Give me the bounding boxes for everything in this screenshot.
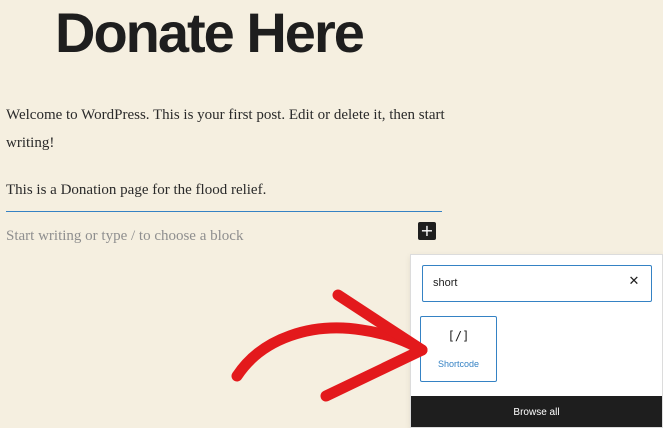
post-title[interactable]: Donate Here [55,0,365,68]
empty-block-placeholder[interactable]: Start writing or type / to choose a bloc… [6,224,243,248]
block-search-input[interactable] [423,266,623,300]
block-result-shortcode[interactable]: [/] Shortcode [420,316,497,382]
plus-icon: + [420,221,434,240]
shortcode-icon: [/] [447,329,470,343]
add-block-button[interactable]: + [418,222,436,240]
active-block-underline [6,211,442,212]
block-result-label: Shortcode [437,359,480,369]
post-paragraph-welcome[interactable]: Welcome to WordPress. This is your first… [6,101,446,157]
post-paragraph-donation[interactable]: This is a Donation page for the flood re… [6,176,446,204]
block-inserter-popover: ✕ [/] Shortcode Browse all [410,254,663,428]
close-icon[interactable]: ✕ [625,273,643,291]
block-search-box: ✕ [422,265,652,302]
browse-all-button[interactable]: Browse all [411,396,662,427]
